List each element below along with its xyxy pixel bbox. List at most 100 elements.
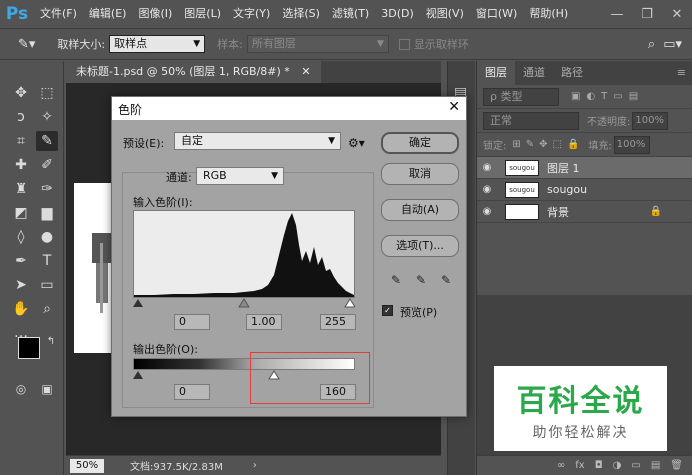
trash-icon[interactable]: 🗑 xyxy=(670,460,683,471)
tab-layers[interactable]: 图层 xyxy=(477,61,515,85)
zoom-field[interactable]: 50% xyxy=(70,458,104,473)
magic-wand-tool-icon[interactable]: ✧ xyxy=(36,107,58,127)
maximize-button[interactable]: ❐ xyxy=(632,0,662,28)
panel-menu-icon[interactable]: ≡ xyxy=(671,61,692,85)
menu-file[interactable]: 文件(F) xyxy=(34,0,83,28)
menu-filter[interactable]: 滤镜(T) xyxy=(326,0,375,28)
options-button[interactable]: 选项(T)... xyxy=(381,235,459,257)
fx-icon[interactable]: fx xyxy=(575,460,584,471)
output-black-field[interactable]: 0 xyxy=(174,384,210,400)
dialog-titlebar: 色阶 ✕ xyxy=(112,97,466,120)
eyedropper-preset-icon[interactable]: ✎▾ xyxy=(18,37,35,52)
blend-mode-select[interactable]: 正常 xyxy=(483,111,579,130)
sample-select[interactable]: 所有图层 ▼ xyxy=(246,35,389,53)
type-tool-icon[interactable]: T xyxy=(36,251,58,271)
chevron-right-icon[interactable]: › xyxy=(253,460,257,471)
show-ring-checkbox[interactable] xyxy=(398,38,410,50)
visibility-eye-icon[interactable]: ◉ xyxy=(477,184,497,195)
stamp-tool-icon[interactable]: ♜ xyxy=(10,179,32,199)
dodge-tool-icon[interactable]: ● xyxy=(36,227,58,247)
link-layers-icon[interactable]: ∞ xyxy=(557,460,565,471)
crop-tool-icon[interactable]: ⌗ xyxy=(10,131,32,151)
blend-mode-value: 正常 xyxy=(490,113,512,127)
pen-tool-icon[interactable]: ✒ xyxy=(10,251,32,271)
menu-image[interactable]: 图像(I) xyxy=(132,0,178,28)
lasso-tool-icon[interactable]: ↄ xyxy=(10,107,32,127)
input-gamma-slider[interactable] xyxy=(238,298,250,308)
blur-tool-icon[interactable]: ◊ xyxy=(10,227,32,247)
black-point-eyedropper-icon[interactable]: ✎ xyxy=(389,273,403,287)
channel-select[interactable]: RGB ▼ xyxy=(196,167,284,185)
group-icon[interactable]: ▭ xyxy=(631,460,640,471)
menu-window[interactable]: 窗口(W) xyxy=(470,0,523,28)
preset-label: 预设(E): xyxy=(123,137,165,150)
menu-select[interactable]: 选择(S) xyxy=(276,0,326,28)
screen-mode-icon[interactable]: ▣ xyxy=(36,379,58,399)
fill-label: 填充: xyxy=(588,141,612,152)
new-layer-icon[interactable]: ▤ xyxy=(651,460,660,471)
input-white-field[interactable]: 255 xyxy=(320,314,356,330)
menu-type[interactable]: 文字(Y) xyxy=(227,0,276,28)
layer-filter-select[interactable]: ρ 类型 xyxy=(483,87,559,106)
preset-select[interactable]: 自定 ▼ xyxy=(174,132,341,150)
sample-size-select[interactable]: 取样点 ▼ xyxy=(109,35,206,53)
close-tab-icon[interactable]: ✕ xyxy=(301,65,310,78)
foreground-color-swatch[interactable] xyxy=(18,337,40,359)
visibility-eye-icon[interactable]: ◉ xyxy=(477,206,497,217)
eraser-tool-icon[interactable]: ◩ xyxy=(10,203,32,223)
menu-layer[interactable]: 图层(L) xyxy=(178,0,227,28)
auto-button[interactable]: 自动(A) xyxy=(381,199,459,221)
input-gamma-field[interactable]: 1.00 xyxy=(246,314,282,330)
layer-row[interactable]: ◉ 背景 🔒 xyxy=(477,201,692,223)
gradient-tool-icon[interactable]: ▆ xyxy=(36,203,58,223)
mask-icon[interactable]: ◘ xyxy=(595,460,603,471)
gray-point-eyedropper-icon[interactable]: ✎ xyxy=(414,273,428,287)
menu-edit[interactable]: 编辑(E) xyxy=(83,0,133,28)
history-brush-icon[interactable]: ✑ xyxy=(36,179,58,199)
histogram xyxy=(133,210,355,298)
photoshop-logo: Ps xyxy=(5,4,29,24)
eyedropper-tool-icon[interactable]: ✎ xyxy=(36,131,58,151)
brush-tool-icon[interactable]: ✐ xyxy=(36,155,58,175)
hand-tool-icon[interactable]: ✋ xyxy=(10,299,32,319)
workspace-icon[interactable]: ▭▾ xyxy=(663,37,682,52)
menu-view[interactable]: 视图(V) xyxy=(420,0,470,28)
adjustment-icon[interactable]: ◑ xyxy=(613,460,622,471)
close-window-button[interactable]: ✕ xyxy=(662,0,692,28)
zoom-tool-icon[interactable]: ⌕ xyxy=(36,299,58,319)
tab-channels[interactable]: 通道 xyxy=(515,61,553,85)
close-icon[interactable]: ✕ xyxy=(448,99,460,115)
cancel-button[interactable]: 取消 xyxy=(381,163,459,185)
document-tab[interactable]: 未标题-1.psd @ 50% (图层 1, RGB/8#) * ✕ xyxy=(66,61,321,83)
rectangle-tool-icon[interactable]: ▭ xyxy=(36,275,58,295)
swap-colors-icon[interactable]: ↰ xyxy=(40,331,62,351)
marquee-tool-icon[interactable]: ⬚ xyxy=(36,83,58,103)
menu-3d[interactable]: 3D(D) xyxy=(375,0,420,28)
output-black-slider[interactable] xyxy=(133,371,143,379)
ok-button[interactable]: 确定 xyxy=(381,132,459,154)
menu-help[interactable]: 帮助(H) xyxy=(523,0,574,28)
lock-icons[interactable]: ⊞✎✥⬚🔒 xyxy=(512,139,584,150)
preview-checkbox[interactable]: ✓ xyxy=(382,305,393,316)
quick-mask-icon[interactable]: ◎ xyxy=(10,379,32,399)
input-levels-label: 输入色阶(I): xyxy=(133,196,193,209)
input-white-slider[interactable] xyxy=(344,298,355,308)
minimize-button[interactable]: — xyxy=(602,0,632,28)
layer-row[interactable]: ◉ sougou sougou xyxy=(477,179,692,201)
filter-type-icons[interactable]: ▣◐T▭▤ xyxy=(571,91,644,102)
opacity-field[interactable]: 100% xyxy=(632,111,669,130)
gear-icon[interactable]: ⚙▾ xyxy=(348,136,365,150)
move-tool-icon[interactable]: ✥ xyxy=(10,83,32,103)
input-slider-track[interactable] xyxy=(133,295,355,309)
white-point-eyedropper-icon[interactable]: ✎ xyxy=(439,273,453,287)
visibility-eye-icon[interactable]: ◉ xyxy=(477,162,497,173)
tab-paths[interactable]: 路径 xyxy=(553,61,591,85)
path-select-icon[interactable]: ➤ xyxy=(10,275,32,295)
input-black-slider[interactable] xyxy=(133,299,143,307)
healing-tool-icon[interactable]: ✚ xyxy=(10,155,32,175)
fill-field[interactable]: 100% xyxy=(613,135,650,154)
input-black-field[interactable]: 0 xyxy=(174,314,210,330)
layer-filter-row: ρ 类型 ▣◐T▭▤ xyxy=(477,85,692,109)
layer-row[interactable]: ◉ sougou 图层 1 xyxy=(477,157,692,179)
search-icon[interactable]: ⌕ xyxy=(648,37,655,52)
